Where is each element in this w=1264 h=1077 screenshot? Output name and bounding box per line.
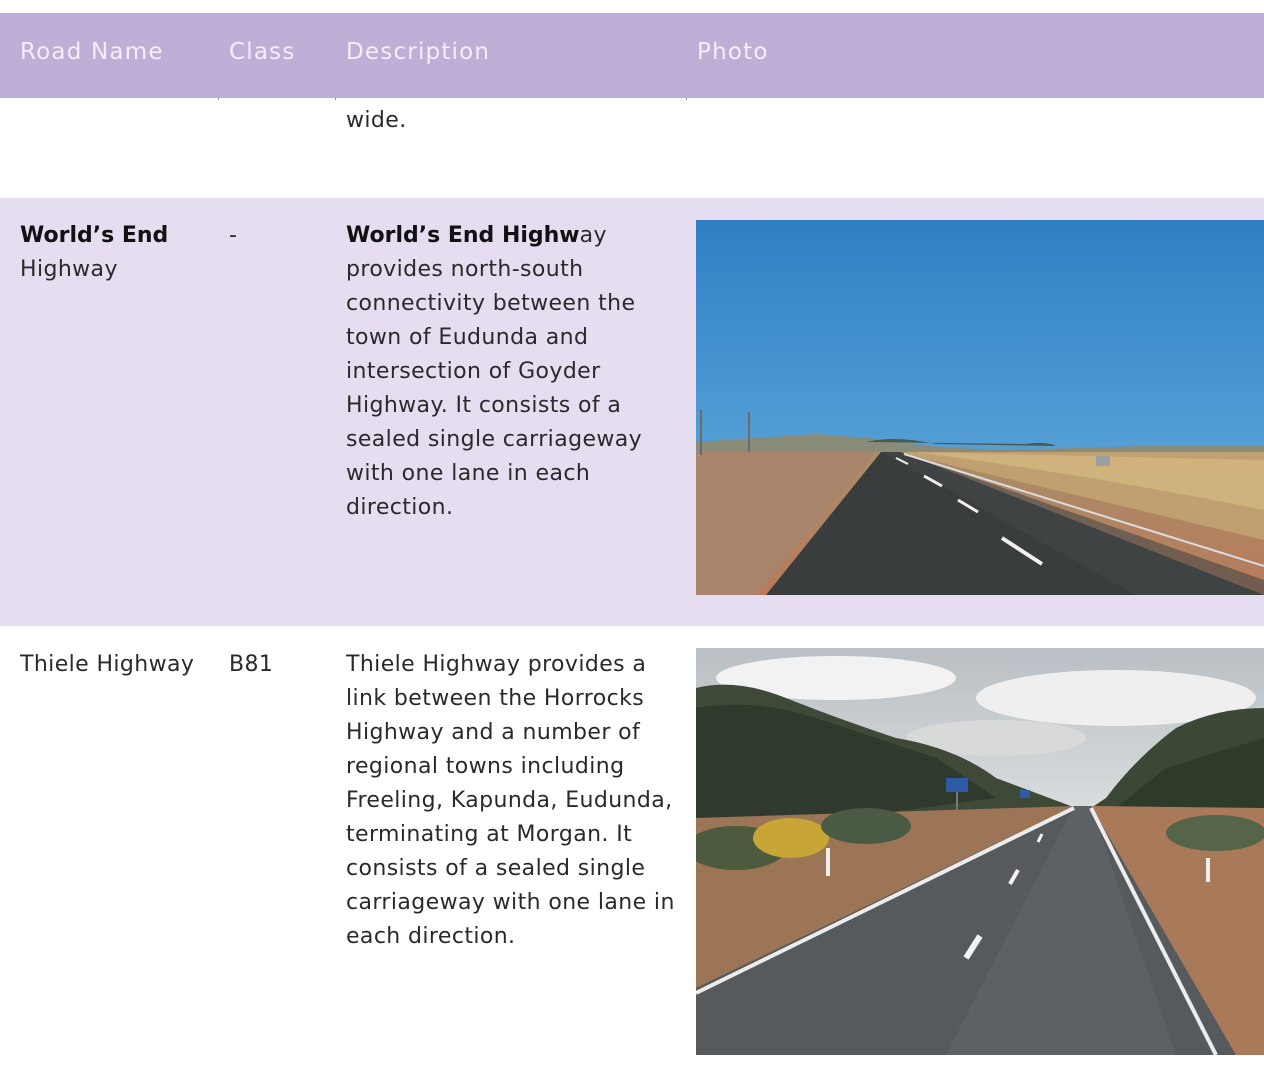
road-name-bold: World’s End [20,223,169,248]
description-rest: ay provides north-south connectivity bet… [346,223,643,520]
outback-road-photo [696,220,1264,595]
tree-lined-road-photo [696,648,1264,1055]
description-bold: World’s End Highw [346,223,580,248]
road-class-cell: - [229,223,238,248]
table-header: Road Name Class Description Photo [0,13,1264,98]
road-class-cell: B81 [229,652,274,677]
road-name-rest: Highway [20,257,118,282]
road-name-cell: Thiele Highway [20,652,195,677]
road-table-page: carriageway, generally 10m wide. Road Na… [0,0,1264,1077]
header-class: Class [229,39,296,65]
road-description-cell: Thiele Highway provides a link between t… [346,652,675,949]
table-row: Thiele Highway B81 Thiele Highway provid… [0,626,1264,1077]
road-description-cell: World’s End Highway provides north-south… [346,219,676,525]
header-description: Description [346,39,491,65]
header-photo: Photo [697,39,769,65]
table-row: World’s End Highway - World’s End Highwa… [0,198,1264,626]
header-road-name: Road Name [20,39,164,65]
road-name-cell: World’s End Highway [20,219,220,287]
